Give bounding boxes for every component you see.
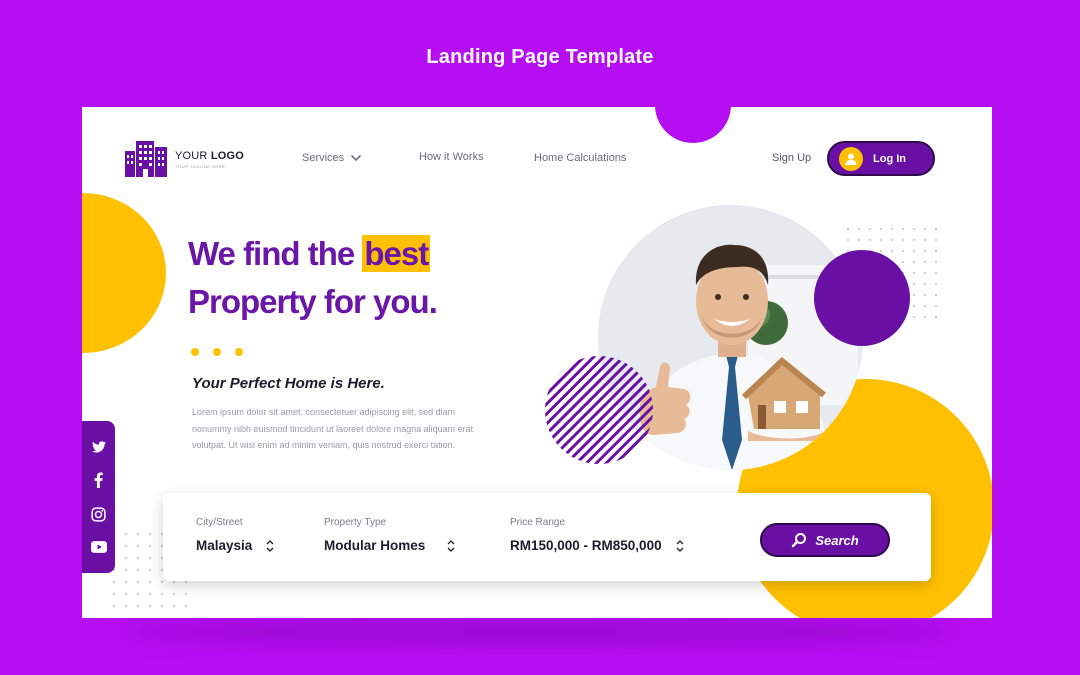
property-search-bar: City/Street Malaysia Property Type Modul… (163, 493, 931, 581)
price-range-value: RM150,000 - RM850,000 (510, 538, 662, 553)
nav-services-label: Services (302, 152, 345, 164)
sign-up-link[interactable]: Sign Up (772, 152, 811, 164)
search-button[interactable]: Search (760, 523, 890, 557)
hero-heading-line2: Property for you. (188, 283, 438, 320)
nav-home-calculations[interactable]: Home Calculations (534, 152, 626, 164)
instagram-icon[interactable] (91, 507, 106, 522)
striped-circle-decoration (545, 356, 653, 464)
property-type-value: Modular Homes (324, 538, 426, 553)
yellow-circle-left (82, 193, 166, 353)
building-icon (125, 141, 167, 177)
property-type-field[interactable]: Property Type Modular Homes (324, 517, 455, 553)
price-range-label: Price Range (510, 517, 566, 528)
logo-tagline: YOUR TAGLINE HERE (175, 163, 226, 169)
search-icon (792, 533, 807, 548)
landing-frame: YOUR LOGO YOUR TAGLINE HERE Services How… (82, 107, 992, 618)
nav-services[interactable]: Services (302, 152, 362, 164)
up-down-arrow-icon[interactable] (676, 539, 684, 553)
hero-highlight: best (362, 235, 431, 272)
log-in-label: Log In (873, 152, 906, 165)
price-range-field[interactable]: Price Range RM150,000 - RM850,000 (510, 517, 684, 553)
chevron-down-icon (351, 155, 361, 162)
up-down-arrow-icon[interactable] (447, 539, 455, 553)
twitter-icon[interactable] (91, 440, 106, 453)
youtube-icon[interactable] (90, 541, 107, 554)
top-notch (655, 107, 731, 143)
page-title: Landing Page Template (426, 46, 654, 68)
property-type-label: Property Type (324, 517, 387, 528)
social-bar (82, 421, 115, 573)
city-label: City/Street (196, 517, 243, 528)
logo[interactable]: YOUR LOGO YOUR TAGLINE HERE (125, 141, 244, 177)
purple-circle-decoration (814, 250, 910, 346)
hero-heading-line1: We find the best (188, 235, 431, 273)
hero-subheading: Your Perfect Home is Here. (192, 375, 385, 392)
logo-your: YOUR (175, 149, 208, 162)
log-in-button[interactable]: Log In (827, 141, 935, 176)
up-down-arrow-icon[interactable] (266, 539, 274, 553)
nav-how-it-works[interactable]: How it Works (419, 151, 484, 163)
decorative-dots (191, 348, 243, 356)
user-icon (839, 146, 863, 171)
city-value: Malaysia (196, 538, 253, 553)
city-field[interactable]: City/Street Malaysia (196, 517, 274, 553)
logo-word: LOGO (210, 149, 245, 162)
facebook-icon[interactable] (94, 472, 103, 488)
search-button-label: Search (815, 532, 859, 548)
frame-shadow (120, 622, 960, 642)
hero-body: Lorem ipsum dolor sit amet, consectetuer… (192, 407, 474, 450)
hero-line1-prefix: We find the (188, 235, 363, 272)
